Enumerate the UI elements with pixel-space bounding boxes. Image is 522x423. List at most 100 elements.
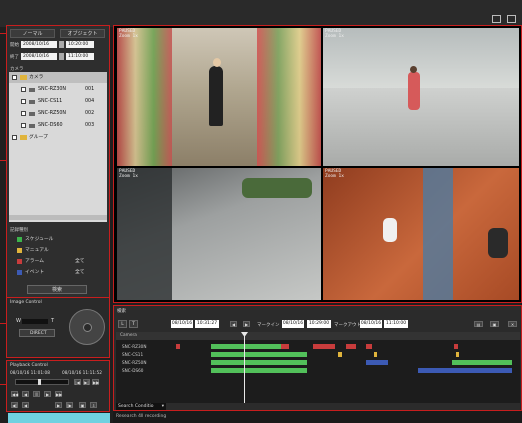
tree-root-checkbox[interactable] [12, 75, 17, 80]
mark-out-date-field[interactable]: 08/10/16 [360, 320, 382, 328]
video-status-label: PAUSED Zoom 1x [119, 169, 138, 179]
next-frame-icon[interactable]: |▶ [66, 402, 73, 408]
zoom-wide-label: W [16, 318, 21, 324]
timeline-cursor[interactable] [244, 332, 245, 403]
timeline-l-button[interactable]: L [118, 320, 127, 328]
print-icon[interactable]: ▤ [474, 321, 483, 327]
playback-control-title: Playback Control [10, 363, 48, 368]
close-icon[interactable]: ✕ [508, 321, 517, 327]
alarm-segment [366, 344, 372, 349]
record-type-alarm[interactable]: アラーム 全て [17, 257, 111, 266]
shelf-right [257, 28, 321, 166]
play-icon[interactable]: ▶ [44, 391, 51, 397]
alarm-filter[interactable]: 全て [75, 257, 85, 266]
camera-row[interactable]: SNC-RZ30N 001 [9, 84, 107, 95]
camera-checkbox[interactable] [21, 123, 26, 128]
prev-arrow-icon[interactable]: ◀ [230, 321, 237, 327]
playback-slider-thumb[interactable] [38, 379, 41, 385]
start-date-field[interactable]: 2008/10/16 [21, 41, 57, 48]
record-type-schedule[interactable]: スケジュール [17, 235, 111, 244]
export-icon[interactable]: ⇩ [90, 402, 97, 408]
fast-forward-icon[interactable]: ▶▶ [55, 391, 62, 397]
floor-area [323, 88, 519, 166]
event-filter[interactable]: 全て [75, 268, 85, 277]
end-time-field[interactable]: 11:10:00 [66, 53, 94, 60]
camera-row[interactable]: SNC-CS11 004 [9, 96, 107, 107]
current-date-field[interactable]: 08/10/16 [171, 320, 193, 328]
group-checkbox[interactable] [12, 135, 17, 140]
direct-button[interactable]: DIRECT [19, 329, 55, 337]
record-type-manual[interactable]: マニュアル [17, 246, 111, 255]
group-row[interactable]: グループ [9, 132, 107, 143]
video-tile-2[interactable]: PAUSED Zoom 1x [323, 28, 519, 166]
camera-name: SNC-RZ50N [38, 111, 67, 116]
skip-back-icon[interactable]: |◀ [74, 379, 81, 385]
ptz-control-pad[interactable] [69, 309, 105, 345]
record-type-event[interactable]: イベント 全て [17, 268, 111, 277]
track-row[interactable]: SNC-DS60 [118, 367, 512, 374]
person-figure [383, 218, 397, 242]
snapshot-icon[interactable]: ▣ [79, 402, 86, 408]
mark-in-time-field[interactable]: 10:29:00 [307, 320, 331, 328]
callout-line [0, 384, 6, 385]
camera-checkbox[interactable] [21, 111, 26, 116]
video-tile-1[interactable]: PAUSED Zoom 1x [117, 28, 321, 166]
slow-forward-icon[interactable]: ▶ [55, 402, 62, 408]
video-tile-3[interactable]: PAUSED Zoom 1x [117, 168, 321, 300]
mark-out-label: マークアウト [334, 323, 361, 328]
camera-row[interactable]: SNC-DS60 003 [9, 120, 107, 131]
search-button[interactable]: 検索 [27, 285, 87, 294]
slow-reverse-icon[interactable]: ◀ [22, 402, 29, 408]
track-row[interactable]: SNC-RZ30N [118, 343, 512, 350]
hedge [242, 178, 312, 198]
prev-frame-icon[interactable]: ◀| [11, 402, 18, 408]
end-date-field[interactable]: 2008/10/16 [21, 53, 57, 60]
camera-row[interactable]: SNC-RZ50N 002 [9, 108, 107, 119]
start-calendar-icon[interactable] [59, 41, 64, 48]
camera-name: SNC-RZ30N [38, 87, 67, 92]
zoom-slider[interactable] [22, 319, 48, 324]
rewind-icon[interactable]: ◀◀ [11, 391, 18, 397]
window-icon[interactable] [492, 15, 501, 23]
skip-forward-icon[interactable]: ▶| [83, 379, 90, 385]
search-condition-dropdown[interactable]: Search Conditio ▾ [116, 403, 166, 410]
schedule-segment [211, 368, 307, 373]
ptz-center-button[interactable] [83, 323, 92, 332]
track-camera-name: SNC-CS11 [122, 352, 144, 357]
playback-slider[interactable] [15, 379, 69, 385]
zoom-tele-label: T [51, 318, 55, 324]
mark-in-date-field[interactable]: 08/10/16 [282, 320, 304, 328]
playback-end-time: 08/10/16 11:11:52 [62, 371, 102, 376]
timeline-tracks[interactable]: Camera SNC-RZ30N SNC-CS11 SNC-RZ50N SNC-… [116, 332, 520, 403]
video-image [323, 28, 519, 88]
image-control-panel: Image Control W T DIRECT [6, 297, 110, 358]
track-row[interactable]: SNC-CS11 [118, 351, 512, 358]
alarm-segment [346, 344, 356, 349]
mark-out-time-field[interactable]: 11:10:00 [384, 320, 408, 328]
pause-icon[interactable]: II [33, 391, 40, 397]
current-time-field[interactable]: 10:31:27 [195, 320, 219, 328]
end-label: 終了 [10, 55, 19, 60]
tree-scrollbar[interactable] [9, 215, 107, 220]
save-icon[interactable]: ▣ [490, 321, 499, 327]
camera-checkbox[interactable] [21, 87, 26, 92]
schedule-icon [17, 237, 22, 242]
fullscreen-icon[interactable] [507, 15, 516, 23]
start-time-field[interactable]: 10:20:00 [66, 41, 94, 48]
track-row[interactable]: SNC-RZ50N [118, 359, 512, 366]
camera-id: 003 [85, 123, 95, 128]
search-condition-label: Search Conditio [118, 404, 154, 409]
walkway [423, 168, 453, 300]
tab-normal[interactable]: ノーマル [10, 29, 55, 38]
tree-root-row[interactable]: カメラ [9, 72, 107, 83]
camera-checkbox[interactable] [21, 99, 26, 104]
reverse-play-icon[interactable]: ◀ [22, 391, 29, 397]
frame-forward-icon[interactable]: ▶▶ [92, 379, 99, 385]
folder-icon [20, 75, 27, 80]
timeline-t-button[interactable]: T [129, 320, 138, 328]
tab-object[interactable]: オブジェクト [60, 29, 105, 38]
next-arrow-icon[interactable]: ▶ [243, 321, 250, 327]
end-calendar-icon[interactable] [59, 53, 64, 60]
video-tile-4[interactable]: PAUSED Zoom 1x [323, 168, 519, 300]
record-type-text: イベント [25, 270, 45, 275]
